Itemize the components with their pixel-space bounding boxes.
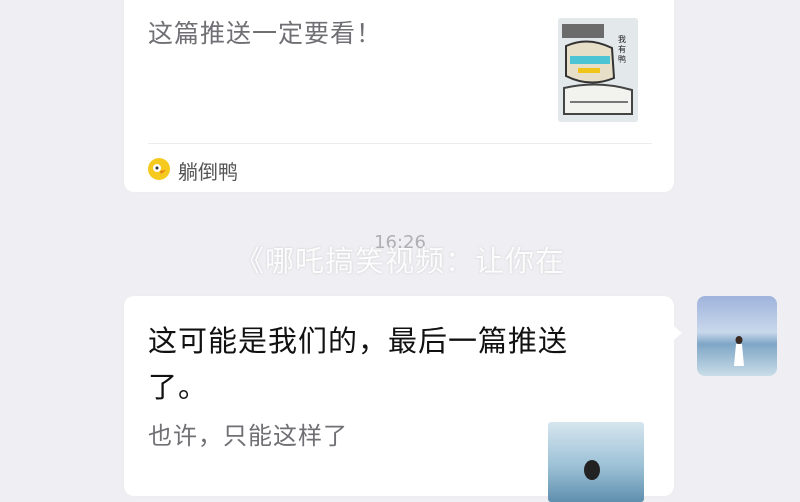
bubble-tail bbox=[670, 323, 682, 343]
article-card-bottom[interactable]: 这可能是我们的，最后一篇推送 了。 也许，只能这样了 bbox=[124, 296, 674, 502]
duck-icon bbox=[148, 157, 170, 184]
article-thumbnail: 我 有 鸭 bbox=[558, 18, 638, 122]
video-caption-overlay: 《哪吒搞笑视频：让你在 bbox=[234, 244, 565, 278]
svg-text:有: 有 bbox=[618, 44, 626, 54]
article-title-line-2: 了。 bbox=[148, 370, 209, 404]
article-source[interactable]: 躺倒鸭 bbox=[148, 156, 238, 185]
article-title-line-1: 这可能是我们的，最后一篇推送 bbox=[148, 324, 569, 358]
svg-text:我: 我 bbox=[618, 34, 626, 44]
user-avatar[interactable] bbox=[697, 296, 777, 376]
svg-text:鸭: 鸭 bbox=[618, 54, 626, 64]
article-thumbnail bbox=[548, 422, 644, 502]
card-divider bbox=[148, 143, 652, 144]
article-card-top[interactable]: 这篇推送一定要看！ 我 有 鸭 躺倒鸭 bbox=[124, 0, 674, 192]
article-subtitle: 也许，只能这样了 bbox=[148, 422, 348, 450]
article-subtitle: 这篇推送一定要看！ bbox=[148, 19, 383, 48]
source-name: 躺倒鸭 bbox=[178, 160, 238, 184]
